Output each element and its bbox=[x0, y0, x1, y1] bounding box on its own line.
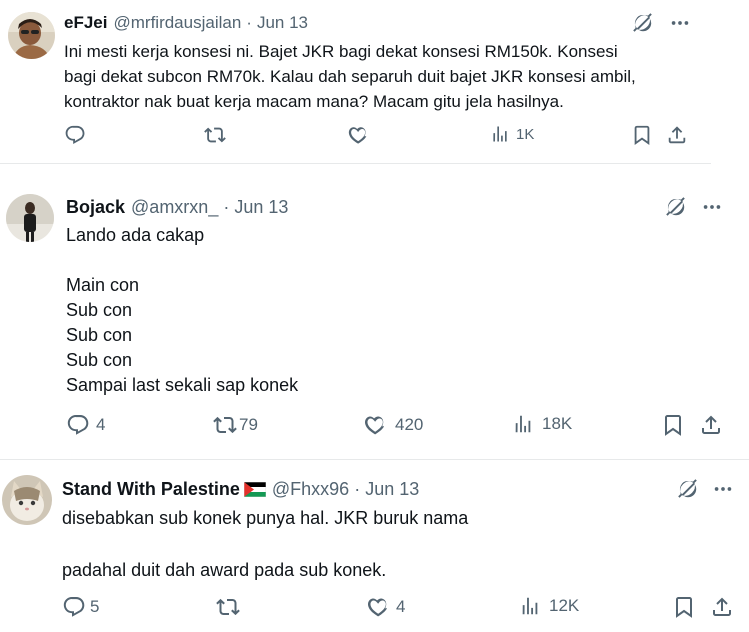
user-handle[interactable]: @Fhxx96 bbox=[272, 478, 349, 500]
action-bar: 5 4 12K bbox=[0, 595, 749, 625]
share-icon bbox=[668, 126, 686, 144]
user-handle[interactable]: @amxrxn_ bbox=[131, 196, 218, 218]
views-icon bbox=[515, 415, 531, 433]
grok-icon[interactable] bbox=[631, 11, 655, 35]
repost-icon bbox=[204, 127, 226, 143]
action-bar: 4 79 420 18K bbox=[0, 413, 749, 443]
bookmark-icon bbox=[665, 415, 681, 436]
views-button[interactable]: 12K bbox=[519, 595, 579, 617]
tweet-text: Ini mesti kerja konsesi ni. Bajet JKR ba… bbox=[64, 42, 636, 111]
views-button[interactable]: 1K bbox=[490, 124, 534, 144]
repost-icon bbox=[213, 416, 237, 434]
share-button[interactable] bbox=[710, 595, 734, 619]
like-button[interactable]: 420 bbox=[363, 413, 423, 437]
user-handle[interactable]: @mrfirdausjailan bbox=[113, 12, 241, 34]
tweet-1[interactable]: eFJei @mrfirdausjailan · Jun 13 Ini mest… bbox=[0, 0, 711, 163]
grok-icon[interactable] bbox=[676, 477, 700, 501]
palestine-flag-icon bbox=[243, 481, 266, 497]
bookmark-button[interactable] bbox=[631, 124, 653, 146]
tweet-date[interactable]: Jun 13 bbox=[365, 478, 419, 500]
bookmark-button[interactable] bbox=[661, 413, 685, 437]
action-bar: 1K bbox=[0, 124, 711, 154]
like-count: 420 bbox=[395, 415, 424, 434]
views-icon bbox=[522, 597, 538, 615]
reply-icon bbox=[63, 597, 85, 617]
like-icon bbox=[348, 127, 367, 144]
separator-dot: · bbox=[354, 479, 361, 499]
views-button[interactable]: 18K bbox=[512, 413, 572, 435]
views-icon bbox=[493, 126, 507, 142]
reply-button[interactable]: 4 bbox=[66, 413, 105, 437]
reply-count: 5 bbox=[90, 597, 100, 616]
repost-button[interactable] bbox=[204, 124, 232, 146]
divider bbox=[0, 459, 749, 460]
more-icon[interactable] bbox=[712, 478, 734, 500]
separator-dot: · bbox=[223, 197, 230, 217]
reply-button[interactable]: 5 bbox=[62, 595, 99, 619]
repost-icon bbox=[216, 598, 240, 616]
tweet-header: Bojack @amxrxn_ · Jun 13 bbox=[66, 196, 288, 218]
tweet-date[interactable]: Jun 13 bbox=[234, 196, 288, 218]
divider bbox=[0, 163, 711, 164]
view-count: 1K bbox=[516, 125, 535, 143]
tweet-3[interactable]: Stand With Palestine @Fhxx96 · Jun 13 di… bbox=[0, 463, 749, 632]
avatar[interactable] bbox=[6, 194, 54, 242]
like-icon bbox=[367, 598, 388, 617]
like-button[interactable] bbox=[347, 124, 375, 146]
view-count: 18K bbox=[542, 414, 573, 433]
like-button[interactable]: 4 bbox=[366, 595, 405, 619]
share-button[interactable] bbox=[666, 124, 688, 146]
view-count: 12K bbox=[549, 596, 580, 615]
reply-icon bbox=[65, 125, 85, 144]
reply-button[interactable] bbox=[64, 124, 92, 146]
bookmark-icon bbox=[676, 597, 692, 618]
more-icon[interactable] bbox=[669, 12, 691, 34]
repost-button[interactable] bbox=[216, 595, 246, 619]
tweet-2[interactable]: Bojack @amxrxn_ · Jun 13 Lando ada cakap… bbox=[0, 182, 749, 451]
like-icon bbox=[364, 416, 385, 435]
avatar[interactable] bbox=[2, 475, 52, 525]
share-button[interactable] bbox=[699, 413, 723, 437]
tweet-header: eFJei @mrfirdausjailan · Jun 13 bbox=[64, 12, 308, 34]
avatar[interactable] bbox=[8, 12, 55, 59]
share-icon bbox=[702, 415, 721, 434]
grok-icon[interactable] bbox=[664, 195, 688, 219]
display-name[interactable]: eFJei bbox=[64, 12, 107, 34]
tweet-header: Stand With Palestine @Fhxx96 · Jun 13 bbox=[62, 478, 419, 500]
like-count: 4 bbox=[396, 597, 406, 616]
bookmark-button[interactable] bbox=[672, 595, 696, 619]
tweet-text: Lando ada cakap Main con Sub con Sub con… bbox=[66, 225, 299, 395]
share-icon bbox=[713, 597, 732, 616]
more-icon[interactable] bbox=[701, 196, 723, 218]
reply-icon bbox=[67, 415, 89, 435]
display-name[interactable]: Stand With Palestine bbox=[62, 478, 240, 500]
tweet-text: disebabkan sub konek punya hal. JKR buru… bbox=[62, 508, 469, 580]
repost-count: 79 bbox=[239, 415, 258, 434]
reply-count: 4 bbox=[96, 415, 106, 434]
repost-button[interactable]: 79 bbox=[213, 413, 258, 437]
display-name[interactable]: Bojack bbox=[66, 196, 125, 218]
tweet-date[interactable]: Jun 13 bbox=[257, 12, 308, 34]
bookmark-icon bbox=[634, 125, 650, 145]
separator-dot: · bbox=[246, 13, 252, 32]
